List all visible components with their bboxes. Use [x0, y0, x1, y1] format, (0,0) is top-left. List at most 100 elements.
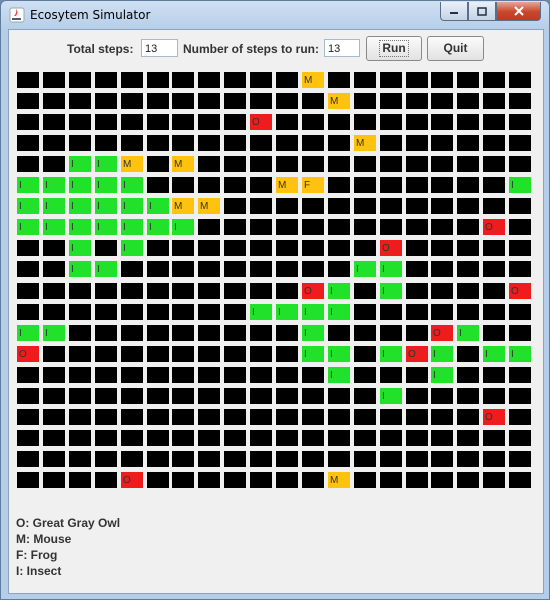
grid-cell-mouse: M: [276, 177, 298, 193]
grid-cell-empty: [121, 346, 143, 362]
grid-cell-insect: I: [17, 219, 39, 235]
grid-cell-empty: [198, 367, 220, 383]
grid-cell-empty: [121, 114, 143, 130]
grid-cell-insect: I: [302, 325, 324, 341]
grid-cell-empty: [224, 325, 246, 341]
grid-cell-empty: [380, 430, 402, 446]
grid-cell-empty: [17, 409, 39, 425]
grid-cell-empty: [509, 114, 531, 130]
grid-cell-empty: [354, 72, 376, 88]
grid-cell-empty: [406, 177, 428, 193]
grid-cell-empty: [302, 430, 324, 446]
grid-cell-empty: [509, 198, 531, 214]
main-panel: Total steps: 13 Number of steps to run: …: [8, 29, 544, 594]
grid-cell-owl: O: [431, 325, 453, 341]
grid-cell-empty: [328, 451, 350, 467]
grid-cell-empty: [172, 430, 194, 446]
grid-cell-owl: O: [380, 240, 402, 256]
grid-cell-insect: I: [457, 325, 479, 341]
grid-cell-empty: [457, 346, 479, 362]
grid-cell-empty: [198, 261, 220, 277]
grid-cell-insect: I: [276, 304, 298, 320]
grid-cell-empty: [17, 261, 39, 277]
grid-cell-empty: [406, 114, 428, 130]
grid-cell-empty: [276, 135, 298, 151]
legend-insect: I: Insect: [16, 564, 62, 578]
grid-cell-empty: [69, 451, 91, 467]
grid-cell-empty: [95, 346, 117, 362]
grid-cell-empty: [509, 93, 531, 109]
grid-cell-empty: [121, 325, 143, 341]
grid-cell-empty: [95, 240, 117, 256]
grid-cell-empty: [406, 135, 428, 151]
grid-cell-empty: [69, 367, 91, 383]
grid-cell-empty: [224, 304, 246, 320]
grid-cell-empty: [380, 156, 402, 172]
grid-cell-empty: [380, 451, 402, 467]
run-button[interactable]: Run: [366, 36, 422, 61]
grid-cell-empty: [121, 93, 143, 109]
grid-cell-empty: [302, 93, 324, 109]
maximize-button[interactable]: [468, 2, 496, 21]
grid-cell-empty: [43, 304, 65, 320]
run-button-label: Run: [379, 40, 409, 57]
grid-cell-empty: [147, 325, 169, 341]
grid-cell-empty: [457, 135, 479, 151]
grid-cell-empty: [380, 177, 402, 193]
quit-button[interactable]: Quit: [427, 36, 484, 61]
grid-cell-empty: [483, 156, 505, 172]
grid-cell-empty: [198, 388, 220, 404]
minimize-button[interactable]: [440, 2, 468, 21]
grid-cell-empty: [198, 219, 220, 235]
grid-cell-empty: [250, 156, 272, 172]
grid-cell-empty: [406, 304, 428, 320]
grid-cell-empty: [328, 219, 350, 235]
grid-cell-empty: [95, 430, 117, 446]
grid-cell-empty: [302, 367, 324, 383]
legend-owl: O: Great Gray Owl: [16, 516, 121, 530]
grid-cell-empty: [147, 472, 169, 488]
grid-cell-empty: [172, 325, 194, 341]
grid-cell-empty: [17, 451, 39, 467]
grid-cell-insect: I: [43, 177, 65, 193]
title-bar[interactable]: Ecosytem Simulator: [1, 1, 549, 29]
grid-cell-empty: [354, 198, 376, 214]
grid-cell-empty: [302, 219, 324, 235]
grid-cell-empty: [431, 114, 453, 130]
grid-cell-empty: [276, 430, 298, 446]
grid-cell-empty: [43, 346, 65, 362]
grid-cell-empty: [354, 451, 376, 467]
grid-cell-empty: [302, 388, 324, 404]
grid-cell-empty: [354, 283, 376, 299]
grid-cell-empty: [457, 219, 479, 235]
grid-cell-empty: [17, 240, 39, 256]
grid-cell-empty: [69, 93, 91, 109]
grid-cell-empty: [457, 93, 479, 109]
grid-cell-empty: [95, 135, 117, 151]
grid-cell-empty: [147, 261, 169, 277]
grid-cell-empty: [483, 135, 505, 151]
grid-cell-empty: [172, 451, 194, 467]
total-steps-field[interactable]: 13: [141, 39, 178, 57]
grid-cell-empty: [276, 219, 298, 235]
grid-cell-empty: [17, 72, 39, 88]
grid-cell-empty: [483, 240, 505, 256]
grid-cell-empty: [172, 114, 194, 130]
grid-cell-empty: [276, 114, 298, 130]
grid-cell-empty: [43, 72, 65, 88]
grid-cell-empty: [380, 72, 402, 88]
grid-cell-empty: [354, 367, 376, 383]
grid-cell-empty: [406, 388, 428, 404]
grid-cell-insect: I: [121, 240, 143, 256]
grid-cell-empty: [147, 346, 169, 362]
grid-cell-insect: I: [431, 346, 453, 362]
grid-cell-empty: [431, 261, 453, 277]
grid-cell-insect: I: [69, 156, 91, 172]
grid-cell-empty: [276, 388, 298, 404]
close-button[interactable]: [496, 2, 541, 21]
grid-cell-insect: I: [69, 261, 91, 277]
steps-to-run-field[interactable]: 13: [324, 39, 360, 57]
grid-cell-empty: [17, 430, 39, 446]
grid-cell-empty: [198, 451, 220, 467]
grid-cell-empty: [147, 156, 169, 172]
